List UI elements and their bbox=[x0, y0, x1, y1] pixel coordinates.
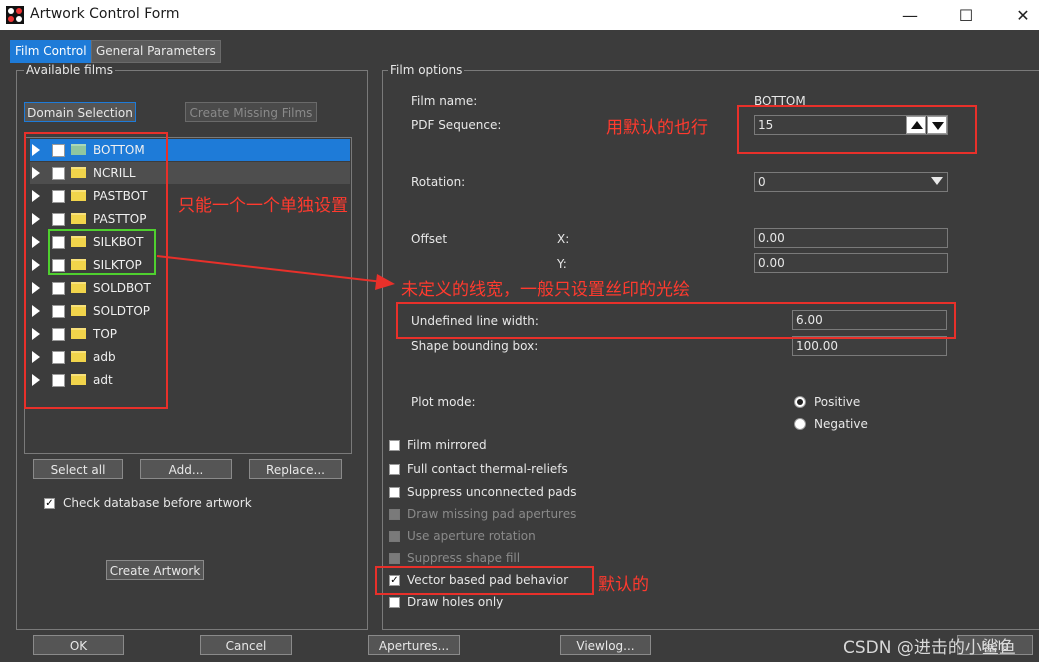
close-button[interactable]: ✕ bbox=[1000, 0, 1039, 30]
watermark: CSDN @进击的小鲨鱼 bbox=[843, 638, 1016, 658]
create-artwork-button[interactable]: Create Artwork bbox=[106, 560, 204, 580]
offset-x-input[interactable]: 0.00 bbox=[754, 228, 948, 248]
offset-y-input[interactable]: 0.00 bbox=[754, 253, 948, 273]
annotation-box-pdf bbox=[737, 105, 977, 154]
annotation-arrow-icon bbox=[156, 255, 395, 290]
tab-film-control[interactable]: Film Control bbox=[10, 40, 92, 63]
cancel-button[interactable]: Cancel bbox=[200, 635, 292, 655]
positive-label: Positive bbox=[814, 395, 861, 409]
ok-button[interactable]: OK bbox=[33, 635, 124, 655]
suppress-shape-fill-label: Suppress shape fill bbox=[407, 551, 521, 565]
app-icon bbox=[6, 6, 24, 24]
offset-x-label: X: bbox=[557, 232, 570, 246]
shape-bounding-box-input[interactable]: 100.00 bbox=[792, 336, 947, 356]
annotation-box-undefined-width bbox=[396, 302, 956, 339]
check-database-checkbox[interactable]: ✓ bbox=[44, 498, 55, 509]
select-all-button[interactable]: Select all bbox=[33, 459, 123, 479]
use-aperture-rotation-label: Use aperture rotation bbox=[407, 529, 536, 543]
annotation-default-ok: 用默认的也行 bbox=[606, 118, 708, 138]
tab-general-parameters[interactable]: General Parameters bbox=[91, 40, 221, 63]
pdf-sequence-label: PDF Sequence: bbox=[411, 118, 502, 132]
domain-selection-button[interactable]: Domain Selection bbox=[24, 102, 136, 122]
suppress-shape-fill-checkbox[interactable] bbox=[389, 553, 400, 564]
draw-holes-only-checkbox[interactable] bbox=[389, 597, 400, 608]
maximize-button[interactable]: ☐ bbox=[943, 0, 989, 30]
draw-holes-only-label: Draw holes only bbox=[407, 595, 504, 609]
annotation-undefined-width: 未定义的线宽，一般只设置丝印的光绘 bbox=[401, 280, 690, 300]
check-database-label: Check database before artwork bbox=[63, 496, 252, 510]
minimize-button[interactable]: — bbox=[887, 0, 933, 30]
create-missing-films-button[interactable]: Create Missing Films bbox=[185, 102, 317, 122]
rotation-label: Rotation: bbox=[411, 175, 466, 189]
title-bar: Artwork Control Form — ☐ ✕ bbox=[0, 0, 1039, 30]
plot-mode-label: Plot mode: bbox=[411, 395, 476, 409]
replace-button[interactable]: Replace... bbox=[249, 459, 342, 479]
draw-missing-label: Draw missing pad apertures bbox=[407, 507, 577, 521]
rotation-select[interactable]: 0 bbox=[754, 172, 948, 192]
negative-radio[interactable] bbox=[794, 418, 806, 430]
full-contact-checkbox[interactable] bbox=[389, 464, 400, 475]
film-name-label: Film name: bbox=[411, 94, 478, 108]
suppress-unconnected-checkbox[interactable] bbox=[389, 487, 400, 498]
annotation-box-silk bbox=[48, 229, 156, 275]
negative-label: Negative bbox=[814, 417, 868, 431]
viewlog-button[interactable]: Viewlog... bbox=[560, 635, 651, 655]
annotation-default: 默认的 bbox=[598, 575, 649, 595]
window-title: Artwork Control Form bbox=[30, 6, 180, 22]
add-button[interactable]: Add... bbox=[140, 459, 232, 479]
use-aperture-rotation-checkbox[interactable] bbox=[389, 531, 400, 542]
offset-y-label: Y: bbox=[557, 257, 567, 271]
suppress-unconnected-label: Suppress unconnected pads bbox=[407, 485, 577, 499]
film-options-legend: Film options bbox=[388, 63, 465, 77]
full-contact-label: Full contact thermal-reliefs bbox=[407, 462, 568, 476]
annotation-one-by-one: 只能一个一个单独设置 bbox=[178, 196, 348, 216]
chevron-down-icon[interactable] bbox=[931, 177, 943, 185]
draw-missing-checkbox[interactable] bbox=[389, 509, 400, 520]
shape-bounding-box-label: Shape bounding box: bbox=[411, 339, 539, 353]
film-mirrored-label: Film mirrored bbox=[407, 438, 487, 452]
available-films-legend: Available films bbox=[24, 63, 115, 77]
apertures-button[interactable]: Apertures... bbox=[368, 635, 460, 655]
offset-label: Offset bbox=[411, 232, 448, 246]
positive-radio[interactable] bbox=[794, 396, 806, 408]
annotation-box-vector bbox=[375, 566, 594, 595]
film-mirrored-checkbox[interactable] bbox=[389, 440, 400, 451]
